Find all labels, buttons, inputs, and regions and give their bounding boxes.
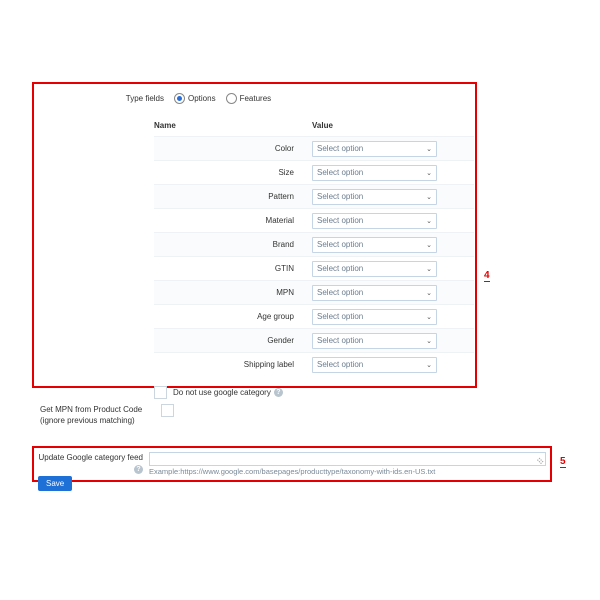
feed-textarea[interactable]: ⠿ [149, 452, 546, 466]
save-button[interactable]: Save [38, 476, 72, 491]
chevron-down-icon: ⌄ [426, 289, 432, 297]
select-option[interactable]: Select option⌄ [312, 309, 437, 325]
radio-options-label[interactable]: Options [188, 94, 216, 103]
attr-name: Material [154, 216, 312, 225]
section-4-box: Type fields Options Features Name Value … [32, 82, 477, 388]
attr-name: Size [154, 168, 312, 177]
chevron-down-icon: ⌄ [426, 265, 432, 273]
attr-name: Pattern [154, 192, 312, 201]
attr-value-cell: Select option⌄ [312, 357, 474, 373]
annotation-5: 5 [560, 456, 566, 468]
select-option[interactable]: Select option⌄ [312, 261, 437, 277]
chevron-down-icon: ⌄ [426, 169, 432, 177]
select-option[interactable]: Select option⌄ [312, 285, 437, 301]
attr-value-cell: Select option⌄ [312, 261, 474, 277]
attr-name: GTIN [154, 264, 312, 273]
radio-options[interactable] [174, 93, 185, 104]
attr-value-cell: Select option⌄ [312, 333, 474, 349]
table-row: GenderSelect option⌄ [154, 328, 474, 352]
attr-name: MPN [154, 288, 312, 297]
feed-example: Example:https://www.google.com/basepages… [149, 467, 546, 476]
select-option[interactable]: Select option⌄ [312, 357, 437, 373]
type-fields-label: Type fields [44, 94, 174, 103]
attr-name: Shipping label [154, 360, 312, 369]
chevron-down-icon: ⌄ [426, 217, 432, 225]
table-row: Shipping labelSelect option⌄ [154, 352, 474, 376]
table-row: BrandSelect option⌄ [154, 232, 474, 256]
chevron-down-icon: ⌄ [426, 193, 432, 201]
select-option[interactable]: Select option⌄ [312, 141, 437, 157]
table-row: GTINSelect option⌄ [154, 256, 474, 280]
select-option[interactable]: Select option⌄ [312, 165, 437, 181]
radio-features[interactable] [226, 93, 237, 104]
info-icon[interactable]: ? [134, 465, 143, 474]
annotation-4: 4 [484, 270, 490, 282]
section-5-box: Update Google category feed ? Save ⠿ Exa… [32, 446, 552, 482]
mpn-checkbox[interactable] [161, 404, 174, 417]
table-row: Age groupSelect option⌄ [154, 304, 474, 328]
chevron-down-icon: ⌄ [426, 337, 432, 345]
table-row: PatternSelect option⌄ [154, 184, 474, 208]
attr-value-cell: Select option⌄ [312, 141, 474, 157]
feed-label: Update Google category feed ? Save [38, 452, 149, 491]
select-option[interactable]: Select option⌄ [312, 213, 437, 229]
no-gcat-checkbox[interactable] [154, 386, 167, 399]
mpn-row: Get MPN from Product Code (ignore previo… [36, 404, 174, 426]
attr-value-cell: Select option⌄ [312, 165, 474, 181]
attr-name: Age group [154, 312, 312, 321]
table-row: MaterialSelect option⌄ [154, 208, 474, 232]
chevron-down-icon: ⌄ [426, 361, 432, 369]
attributes-table: Name Value ColorSelect option⌄SizeSelect… [154, 117, 474, 376]
chevron-down-icon: ⌄ [426, 145, 432, 153]
chevron-down-icon: ⌄ [426, 241, 432, 249]
table-row: SizeSelect option⌄ [154, 160, 474, 184]
attr-value-cell: Select option⌄ [312, 285, 474, 301]
select-option[interactable]: Select option⌄ [312, 237, 437, 253]
info-icon[interactable]: ? [274, 388, 283, 397]
select-option[interactable]: Select option⌄ [312, 333, 437, 349]
no-gcat-row: Do not use google category ? [154, 384, 465, 401]
select-option[interactable]: Select option⌄ [312, 189, 437, 205]
attr-name: Brand [154, 240, 312, 249]
attr-value-cell: Select option⌄ [312, 237, 474, 253]
th-value: Value [294, 121, 474, 130]
table-header: Name Value [154, 117, 474, 134]
attr-name: Gender [154, 336, 312, 345]
chevron-down-icon: ⌄ [426, 313, 432, 321]
no-gcat-label: Do not use google category [173, 388, 271, 397]
attr-name: Color [154, 144, 312, 153]
th-name: Name [154, 121, 294, 130]
type-fields-row: Type fields Options Features [44, 90, 465, 107]
table-row: ColorSelect option⌄ [154, 136, 474, 160]
table-row: MPNSelect option⌄ [154, 280, 474, 304]
attr-value-cell: Select option⌄ [312, 189, 474, 205]
feed-row: Update Google category feed ? Save ⠿ Exa… [34, 448, 550, 491]
attr-value-cell: Select option⌄ [312, 309, 474, 325]
mpn-label: Get MPN from Product Code (ignore previo… [36, 404, 155, 426]
radio-features-label[interactable]: Features [240, 94, 272, 103]
attr-value-cell: Select option⌄ [312, 213, 474, 229]
